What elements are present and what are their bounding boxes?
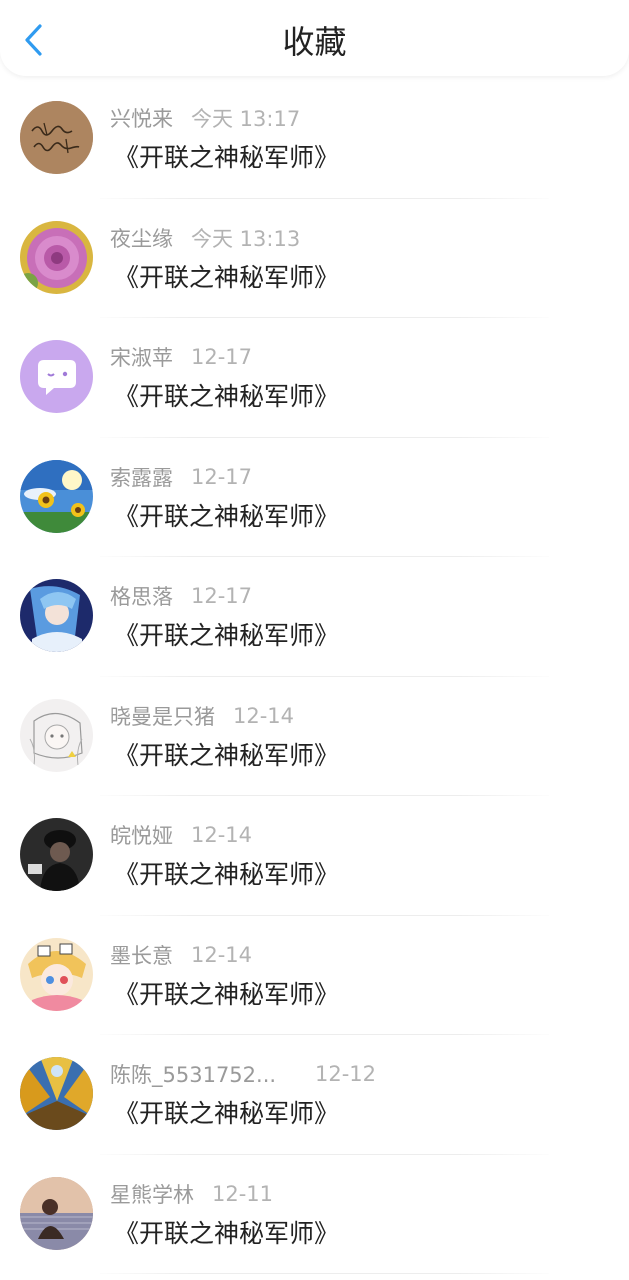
book-title: 《开联之神秘军师》	[114, 1099, 340, 1128]
list-item[interactable]: 夜尘缘 今天 13:13 《开联之神秘军师》	[0, 199, 629, 318]
list-item[interactable]: 星熊学林 12-11 《开联之神秘军师》	[0, 1155, 629, 1274]
user-name: 宋淑苹	[110, 346, 173, 370]
autumn-trees-avatar[interactable]	[20, 1057, 93, 1130]
item-meta: 陈陈_5531752... 12-12	[110, 1059, 376, 1089]
list-item[interactable]: 皖悦娅 12-14 《开联之神秘军师》	[0, 796, 629, 916]
list-item[interactable]: 兴悦来 今天 13:17 《开联之神秘军师》	[0, 79, 629, 199]
user-name: 星熊学林	[110, 1182, 194, 1207]
book-title: 《开联之神秘军师》	[114, 262, 340, 292]
anime-colorful-avatar[interactable]	[20, 937, 93, 1011]
user-name: 皖悦娅	[110, 824, 173, 848]
list-item[interactable]: 陈陈_5531752... 12-12 《开联之神秘军师》	[0, 1035, 629, 1155]
flower-avatar[interactable]	[20, 220, 93, 294]
handwriting-avatar[interactable]	[20, 101, 93, 174]
anime-blue-avatar[interactable]	[20, 579, 93, 652]
list-item[interactable]: 索露露 12-17 《开联之神秘军师》	[0, 438, 629, 557]
timestamp: 12-17	[191, 584, 253, 608]
user-name: 索露露	[110, 465, 173, 490]
user-name: 兴悦来	[110, 107, 173, 131]
book-title: 《开联之神秘军师》	[114, 979, 340, 1009]
user-name: 夜尘缘	[110, 226, 173, 251]
book-title: 《开联之神秘军师》	[114, 1218, 340, 1248]
timestamp: 12-11	[212, 1181, 274, 1206]
item-meta: 晓曼是只猪 12-14	[110, 701, 294, 731]
timestamp: 今天 13:17	[191, 107, 301, 131]
timestamp: 12-14	[191, 942, 253, 967]
favorites-page: 收藏 兴悦来 今天 13:17 《开联之神秘军师》 夜尘缘 今天 13:13 《…	[0, 0, 629, 1280]
item-meta: 格思落 12-17	[110, 581, 252, 611]
book-title: 《开联之神秘军师》	[114, 382, 340, 411]
book-title: 《开联之神秘军师》	[114, 621, 340, 650]
item-meta: 夜尘缘 今天 13:13	[110, 223, 300, 253]
timestamp: 12-14	[233, 703, 295, 728]
user-name: 墨长意	[110, 943, 173, 968]
book-title: 《开联之神秘军师》	[114, 860, 340, 889]
dark-cap-avatar[interactable]	[20, 818, 93, 891]
list-item[interactable]: 晓曼是只猪 12-14 《开联之神秘军师》	[0, 677, 629, 796]
item-meta: 索露露 12-17	[110, 462, 252, 492]
chat-bubble-avatar[interactable]	[20, 340, 93, 413]
timestamp: 12-12	[315, 1062, 377, 1086]
item-meta: 兴悦来 今天 13:17	[110, 103, 300, 133]
favorites-list: 兴悦来 今天 13:17 《开联之神秘军师》 夜尘缘 今天 13:13 《开联之…	[0, 79, 629, 1274]
item-meta: 宋淑苹 12-17	[110, 342, 252, 372]
timestamp: 12-17	[191, 464, 253, 489]
list-item[interactable]: 格思落 12-17 《开联之神秘军师》	[0, 557, 629, 677]
sunset-avatar[interactable]	[20, 1176, 93, 1250]
item-meta: 墨长意 12-14	[110, 940, 252, 970]
app-header: 收藏	[0, 0, 629, 76]
page-title: 收藏	[282, 23, 347, 61]
user-name: 晓曼是只猪	[110, 704, 215, 729]
user-name: 陈陈_5531752...	[110, 1063, 277, 1087]
divider	[100, 1273, 549, 1274]
list-item[interactable]: 宋淑苹 12-17 《开联之神秘军师》	[0, 318, 629, 438]
timestamp: 今天 13:13	[191, 226, 301, 251]
book-title: 《开联之神秘军师》	[114, 501, 340, 531]
sunflower-avatar[interactable]	[20, 459, 93, 533]
item-meta: 皖悦娅 12-14	[110, 820, 252, 850]
item-meta: 星熊学林 12-11	[110, 1179, 273, 1209]
sketch-avatar[interactable]	[20, 698, 93, 772]
book-title: 《开联之神秘军师》	[114, 740, 340, 770]
timestamp: 12-17	[191, 345, 253, 369]
timestamp: 12-14	[191, 823, 253, 847]
list-item[interactable]: 墨长意 12-14 《开联之神秘军师》	[0, 916, 629, 1035]
book-title: 《开联之神秘军师》	[114, 143, 340, 172]
user-name: 格思落	[110, 585, 173, 609]
